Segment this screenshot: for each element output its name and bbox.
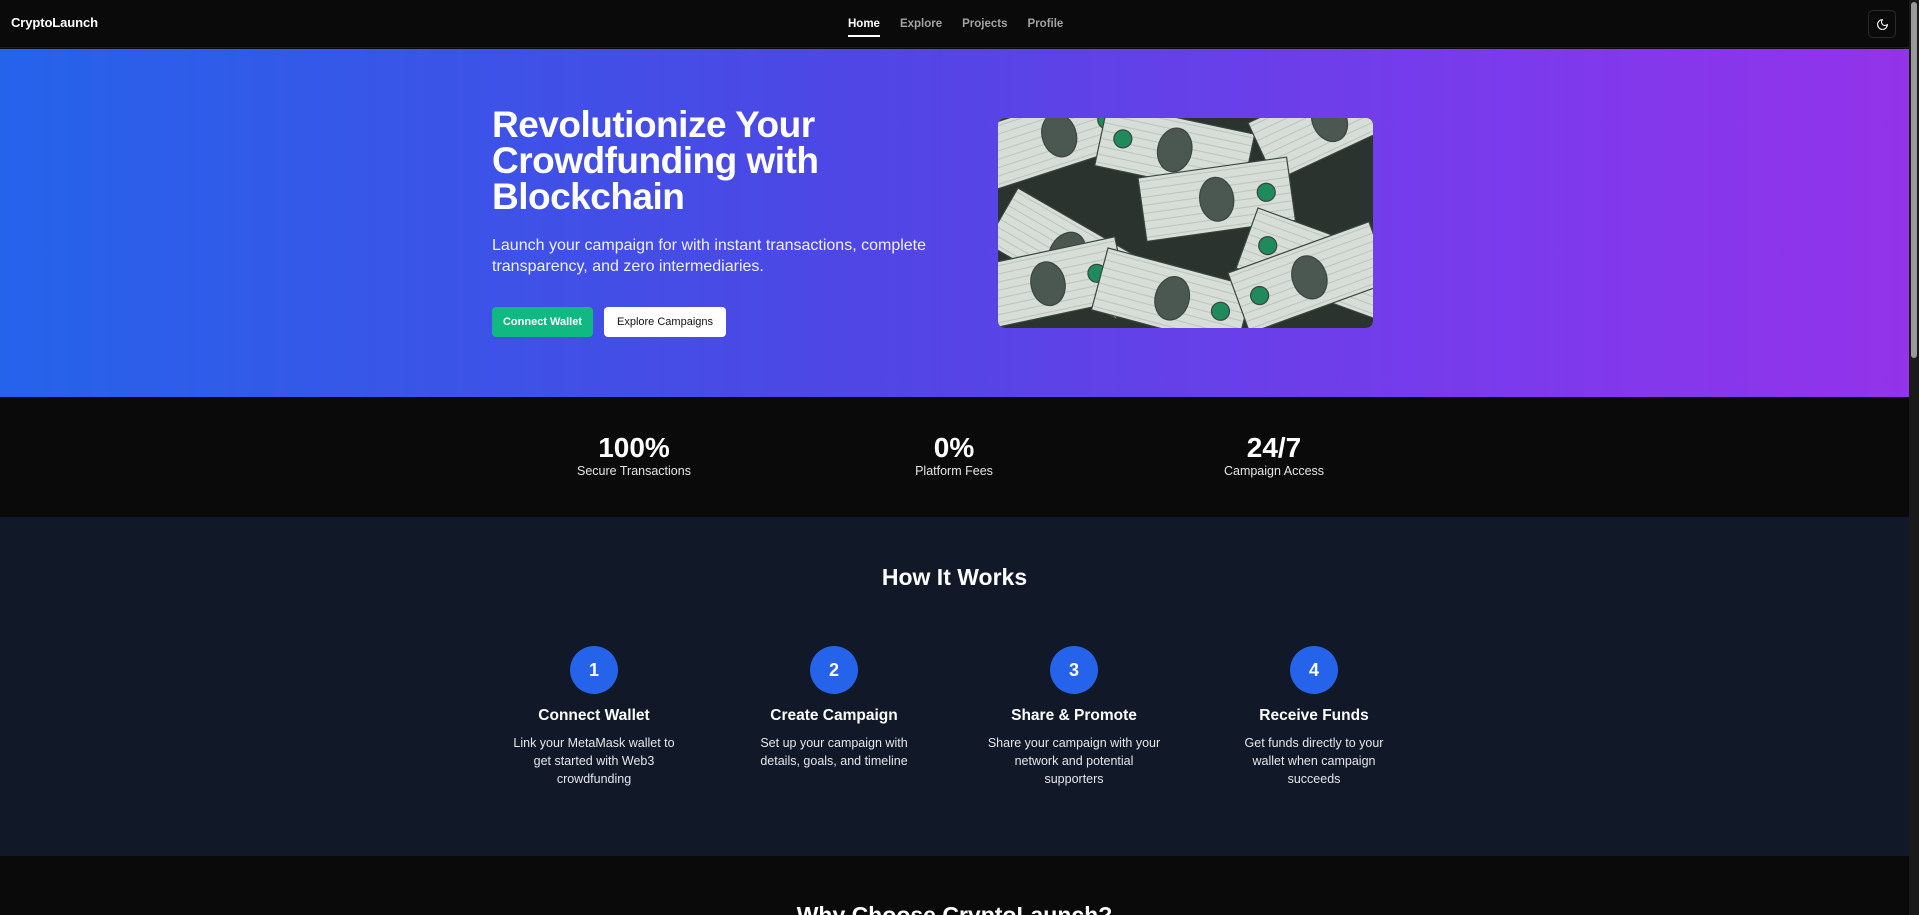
- step-number-badge: 4: [1290, 646, 1338, 694]
- stat-label: Platform Fees: [915, 464, 993, 478]
- hero-subtitle: Launch your campaign for with instant tr…: [492, 237, 927, 275]
- step-title: Receive Funds: [1259, 707, 1369, 724]
- theme-toggle-button[interactable]: [1868, 10, 1896, 38]
- hero-title: Revolutionize Your Crowdfunding with Blo…: [492, 104, 819, 217]
- step-description: Set up your campaign with details, goals…: [760, 736, 908, 768]
- why-choose-section: Why Choose CryptoLaunch?: [0, 856, 1909, 915]
- stat-label: Secure Transactions: [577, 464, 691, 478]
- hero-money-image: [998, 118, 1373, 328]
- step-connect-wallet: 1 Connect Wallet Link your MetaMask wall…: [499, 646, 689, 788]
- step-description: Share your campaign with your network an…: [987, 736, 1161, 786]
- dollar-bills-illustration: [998, 118, 1373, 328]
- connect-wallet-button[interactable]: Connect Wallet: [492, 307, 593, 337]
- step-number-badge: 3: [1050, 646, 1098, 694]
- step-title: Share & Promote: [1011, 707, 1137, 724]
- how-it-works-section: How It Works 1 Connect Wallet Link your …: [0, 517, 1909, 856]
- brand-logo[interactable]: CryptoLaunch: [11, 15, 98, 30]
- stat-value: 0%: [933, 432, 975, 463]
- nav-link-home[interactable]: Home: [848, 14, 880, 37]
- stat-access: 24/7 Campaign Access: [1174, 432, 1374, 478]
- step-title: Connect Wallet: [538, 707, 650, 724]
- step-number-badge: 1: [570, 646, 618, 694]
- how-it-works-title: How It Works: [881, 564, 1028, 590]
- step-description: Link your MetaMask wallet to get started…: [513, 736, 675, 786]
- step-number-badge: 2: [810, 646, 858, 694]
- stat-secure: 100% Secure Transactions: [534, 432, 734, 478]
- why-choose-title: Why Choose CryptoLaunch?: [796, 902, 1113, 915]
- hero-section: Revolutionize Your Crowdfunding with Blo…: [0, 49, 1909, 397]
- nav-links: Home Explore Projects Profile: [848, 0, 1083, 48]
- step-title: Create Campaign: [770, 707, 898, 724]
- explore-campaigns-button[interactable]: Explore Campaigns: [604, 307, 726, 337]
- scrollbar-thumb[interactable]: [1911, 2, 1917, 358]
- page-scrollbar[interactable]: [1909, 0, 1919, 915]
- nav-link-explore[interactable]: Explore: [900, 14, 942, 34]
- stat-value: 100%: [598, 432, 670, 463]
- step-receive-funds: 4 Receive Funds Get funds directly to yo…: [1219, 646, 1409, 788]
- step-share-promote: 3 Share & Promote Share your campaign wi…: [979, 646, 1169, 788]
- stat-value: 24/7: [1246, 432, 1302, 463]
- top-navbar: CryptoLaunch Home Explore Projects Profi…: [0, 0, 1909, 48]
- stat-fees: 0% Platform Fees: [854, 432, 1054, 478]
- stats-section: 100% Secure Transactions 0% Platform Fee…: [0, 397, 1909, 517]
- step-create-campaign: 2 Create Campaign Set up your campaign w…: [739, 646, 929, 770]
- step-description: Get funds directly to your wallet when c…: [1244, 736, 1384, 786]
- nav-link-projects[interactable]: Projects: [962, 14, 1007, 34]
- nav-link-profile[interactable]: Profile: [1028, 14, 1064, 34]
- moon-icon: [1876, 18, 1888, 30]
- stat-label: Campaign Access: [1223, 464, 1325, 478]
